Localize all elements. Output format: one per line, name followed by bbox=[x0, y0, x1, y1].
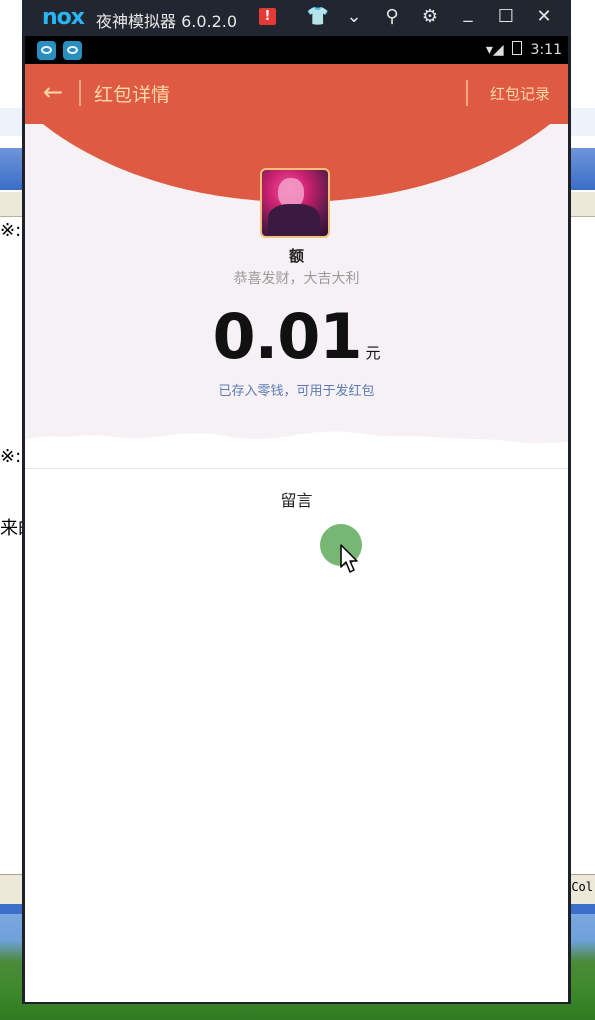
close-icon[interactable]: ✕ bbox=[532, 6, 556, 27]
notification-app-icon bbox=[63, 41, 82, 60]
emulator-window: nox 夜神模拟器 6.0.2.0 ! 👕 ⌄ ⚲ ⚙ _ ☐ ✕ ▾◢ 3:1… bbox=[22, 0, 571, 1004]
avatar-body bbox=[268, 204, 320, 236]
greeting-text: 恭喜发财，大吉大利 bbox=[233, 271, 360, 287]
background-text-fragment: ※: bbox=[0, 220, 22, 241]
amount-unit: 元 bbox=[365, 344, 381, 362]
pin-icon[interactable]: ⚲ bbox=[380, 6, 404, 27]
phone-screen: ← 红包详情 红包记录 额 恭喜发财，大吉大利 0.01 元 已存入零钱，可用于发… bbox=[25, 64, 568, 1002]
signal-icon: ▾◢ bbox=[485, 42, 504, 58]
warning-badge[interactable]: ! bbox=[259, 8, 276, 25]
app-bar: ← 红包详情 红包记录 bbox=[25, 64, 568, 122]
background-text-fragment: ※: bbox=[0, 446, 22, 467]
header-divider bbox=[466, 80, 468, 106]
shirt-icon[interactable]: 👕 bbox=[306, 6, 330, 27]
red-packet-records-link[interactable]: 红包记录 bbox=[490, 83, 550, 104]
avatar[interactable] bbox=[260, 168, 330, 238]
back-arrow-icon[interactable]: ← bbox=[37, 76, 69, 108]
section-divider bbox=[25, 468, 568, 469]
mouse-cursor-icon bbox=[340, 544, 358, 573]
message-section-title: 留言 bbox=[280, 491, 313, 510]
header-divider bbox=[79, 80, 81, 106]
saved-to-wallet-link[interactable]: 已存入零钱，可用于发红包 bbox=[25, 380, 568, 399]
page-title: 红包详情 bbox=[94, 84, 171, 106]
chevron-down-icon[interactable]: ⌄ bbox=[342, 6, 366, 27]
amount-row: 0.01 元 bbox=[25, 300, 568, 373]
status-right: ▾◢ 3:11 bbox=[486, 41, 562, 58]
background-statusbar-text: Col bbox=[571, 880, 593, 894]
sender-name: 额 bbox=[288, 247, 304, 265]
nox-logo: nox bbox=[42, 5, 85, 30]
status-time: 3:11 bbox=[530, 42, 562, 58]
emulator-name: 夜神模拟器 6.0.2.0 bbox=[96, 12, 238, 31]
battery-icon bbox=[512, 41, 523, 55]
packet-detail-panel: ← 红包详情 红包记录 额 恭喜发财，大吉大利 0.01 元 已存入零钱，可用于发… bbox=[25, 64, 568, 472]
amount-value: 0.01 bbox=[212, 300, 363, 373]
android-status-bar: ▾◢ 3:11 bbox=[25, 36, 568, 64]
notification-app-icon bbox=[37, 41, 56, 60]
torn-paper-edge bbox=[25, 431, 568, 472]
maximize-icon[interactable]: ☐ bbox=[494, 6, 518, 27]
gear-icon[interactable]: ⚙ bbox=[418, 6, 442, 27]
emulator-titlebar[interactable]: nox 夜神模拟器 6.0.2.0 ! 👕 ⌄ ⚲ ⚙ _ ☐ ✕ bbox=[22, 0, 571, 36]
minimize-icon[interactable]: _ bbox=[456, 2, 480, 23]
